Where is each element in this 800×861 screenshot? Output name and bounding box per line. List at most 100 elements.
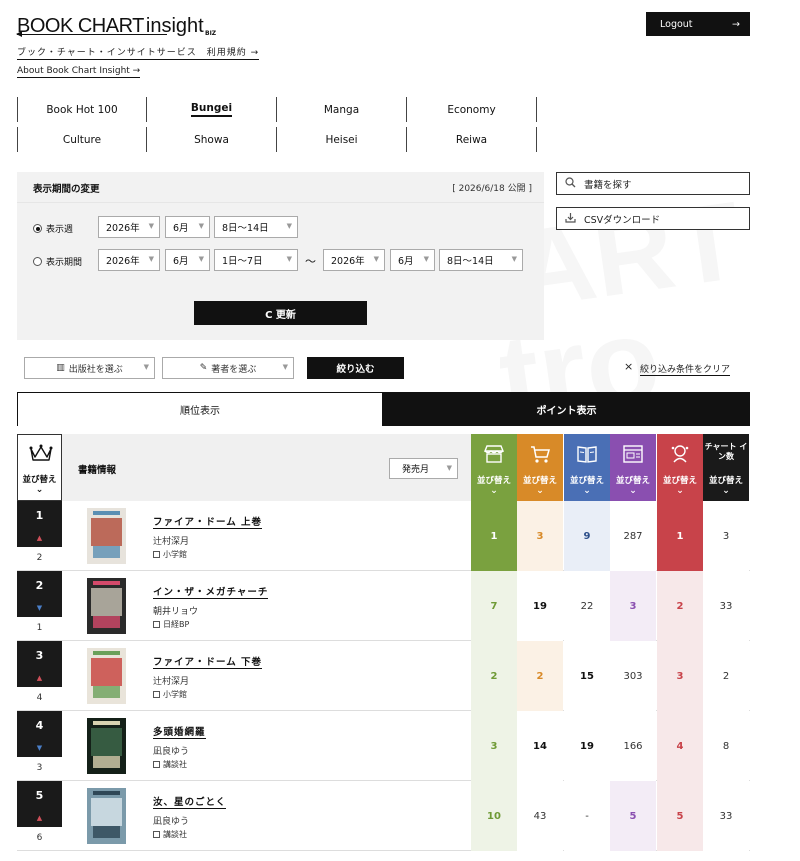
chevron-down-icon: ⌄ (536, 486, 544, 496)
release-month-select[interactable]: 発売月 (389, 458, 458, 479)
ranking-table: 並び替え ⌄ 書籍情報 発売月 並び替え⌄並び替え⌄並び替え⌄並び替え⌄並び替え… (17, 434, 750, 861)
sort-header-store[interactable]: 並び替え ⌄ (471, 434, 517, 501)
radio-range-dot[interactable] (33, 257, 42, 266)
divider (17, 202, 544, 203)
rank-value-chart: 3 (703, 501, 749, 571)
author-select[interactable]: ✎ 著者を選ぶ (162, 357, 294, 379)
nav-reiwa[interactable]: Reiwa (407, 127, 537, 152)
chevron-down-icon: ⌄ (676, 486, 684, 496)
previous-rank: 4 (36, 693, 43, 703)
rank-sort-label: 並び替え (22, 475, 57, 485)
book-author: 朝井リョウ (153, 607, 199, 617)
book-cover-image[interactable] (87, 578, 126, 634)
publisher-icon (153, 551, 160, 558)
rank-value-chart: 8 (703, 711, 749, 781)
table-row[interactable]: 2 ▼ 1 イン・ザ・メガチャーチ 朝井リョウ 日経BP 7 19 22 3 2 33 (17, 571, 750, 641)
book-title-link[interactable]: 多頭婚網羅 (153, 724, 206, 739)
nav-heisei[interactable]: Heisei (277, 127, 407, 152)
logout-button[interactable]: Logout → (646, 12, 750, 36)
book-title-link[interactable]: ファイア・ドーム 上巻 (153, 514, 263, 529)
sort-header-chart[interactable]: チャート イン数 並び替え ⌄ (703, 434, 749, 501)
table-row[interactable]: 1 ▲ 2 ファイア・ドーム 上巻 辻村深月 小学館 1 3 9 287 1 3 (17, 501, 750, 571)
previous-rank: 6 (36, 833, 43, 843)
close-icon: × (623, 360, 634, 373)
sort-header-buzz[interactable]: 並び替え ⌄ (657, 434, 703, 501)
rank-value-store: 10 (471, 781, 517, 851)
sort-header-cart[interactable]: 並び替え ⌄ (517, 434, 563, 501)
sort-header-ebook[interactable]: 並び替え ⌄ (564, 434, 610, 501)
week-day-select[interactable]: 8日〜14日 (214, 216, 298, 238)
period-panel: 表示期間の変更 [ 2026/6/18 公開 ] 表示週 2026年 6月 8日… (17, 172, 544, 340)
arrow-down-icon: ▼ (36, 744, 43, 752)
week-month-select[interactable]: 6月 (165, 216, 210, 238)
clear-filter-label: 絞り込み条件をクリア (639, 365, 730, 375)
nav-bungei[interactable]: Bungei (147, 97, 277, 122)
sort-label: 並び替え (476, 476, 511, 486)
nav-culture[interactable]: Culture (17, 127, 147, 152)
book-publisher: 日経BP (153, 619, 189, 630)
logo-arrow-icon (16, 31, 22, 37)
nav-book-hot-100[interactable]: Book Hot 100 (17, 97, 147, 122)
author-select-label: 著者を選ぶ (211, 364, 257, 375)
book-cover-image[interactable] (87, 648, 126, 704)
rank-value-web: 303 (610, 641, 656, 711)
rank-value-cart: 43 (517, 781, 563, 851)
book-info-header: 書籍情報 発売月 (62, 434, 471, 501)
book-title-link[interactable]: ファイア・ドーム 下巻 (153, 654, 263, 669)
range-from-month-select[interactable]: 6月 (165, 249, 210, 271)
range-tilde: 〜 (305, 255, 316, 268)
range-from-year-select[interactable]: 2026年 (98, 249, 160, 271)
sort-label: 並び替え (708, 476, 743, 486)
update-button[interactable]: C 更新 (194, 301, 367, 325)
buzz-icon (669, 443, 691, 465)
radio-week-dot[interactable] (33, 224, 42, 233)
range-to-day-select[interactable]: 8日〜14日 (439, 249, 523, 271)
table-row[interactable]: 3 ▲ 4 ファイア・ドーム 下巻 辻村深月 小学館 2 2 15 303 3 2 (17, 641, 750, 711)
sort-header-web[interactable]: 並び替え ⌄ (610, 434, 656, 501)
previous-rank: 1 (36, 623, 43, 633)
rank-sort-header[interactable]: 並び替え ⌄ (17, 434, 62, 501)
apply-filter-button[interactable]: 絞り込む (307, 357, 404, 379)
book-title-link[interactable]: 汝、星のごとく (153, 794, 227, 809)
ebook-icon (576, 443, 598, 465)
rank-value-ebook: 22 (564, 571, 610, 641)
rank-cell: 3 ▲ 4 (17, 641, 62, 711)
book-cover-image[interactable] (87, 788, 126, 844)
nav-economy[interactable]: Economy (407, 97, 537, 122)
range-to-month-select[interactable]: 6月 (390, 249, 435, 271)
book-search-button[interactable]: 書籍を探す (556, 172, 750, 195)
book-cover-image[interactable] (87, 508, 126, 564)
nav-showa[interactable]: Showa (147, 127, 277, 152)
download-icon (565, 212, 576, 226)
table-row[interactable]: 5 ▲ 6 汝、星のごとく 凪良ゆう 講談社 10 43-5 5 33 (17, 781, 750, 851)
rank-cell: 2 ▼ 1 (17, 571, 62, 641)
brand-logo[interactable]: BOOK CHART insight BIZ (16, 10, 216, 38)
publisher-select[interactable]: ▥ 出版社を選ぶ (24, 357, 155, 379)
week-year-select[interactable]: 2026年 (98, 216, 160, 238)
chevron-down-icon: ⌄ (583, 486, 591, 496)
terms-link[interactable]: ブック・チャート・インサイトサービス 利用規約 → (17, 45, 260, 60)
search-icon (565, 176, 576, 191)
csv-download-button[interactable]: CSVダウンロード (556, 207, 750, 230)
range-from-day-select[interactable]: 1日〜7日 (214, 249, 298, 271)
book-cover-image[interactable] (87, 718, 126, 774)
rank-value-chart: 33 (703, 571, 749, 641)
tab-point[interactable]: ポイント表示 (383, 392, 750, 426)
arrow-up-icon: ▲ (36, 814, 43, 822)
tab-rank[interactable]: 順位表示 (17, 392, 383, 426)
chevron-down-icon: ⌄ (722, 486, 730, 496)
nav-manga[interactable]: Manga (277, 97, 407, 122)
arrow-down-icon: ▼ (36, 604, 43, 612)
book-title-link[interactable]: イン・ザ・メガチャーチ (153, 584, 269, 599)
clear-filter-link[interactable]: × 絞り込み条件をクリア (624, 360, 730, 376)
about-link[interactable]: About Book Chart Insight → (17, 66, 141, 78)
publisher-icon (153, 831, 160, 838)
rank-value-chart: 33 (703, 781, 749, 851)
range-to-year-select[interactable]: 2026年 (323, 249, 385, 271)
radio-range[interactable]: 表示期間 (33, 255, 82, 268)
book-author: 辻村深月 (153, 677, 190, 687)
radio-week[interactable]: 表示週 (33, 222, 73, 235)
book-publisher: 小学館 (153, 689, 187, 700)
rank-value-web: 3 (610, 571, 656, 641)
table-row[interactable]: 4 ▼ 3 多頭婚網羅 凪良ゆう 講談社 3 14 19 166 4 8 (17, 711, 750, 781)
